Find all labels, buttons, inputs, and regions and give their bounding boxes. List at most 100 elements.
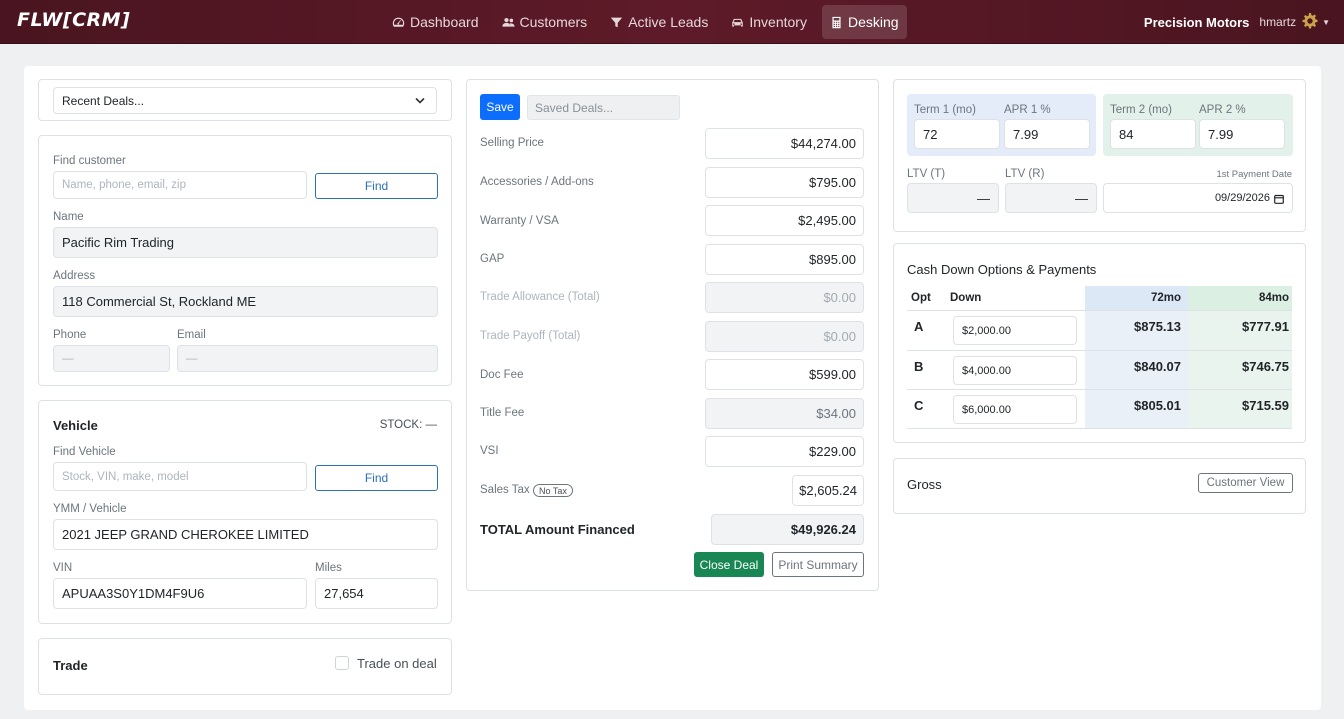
vehicle-ymm-field[interactable]: 2021 JEEP GRAND CHEROKEE LIMITED	[53, 519, 438, 550]
nav-active-leads[interactable]: Active Leads	[602, 5, 716, 39]
settings-menu[interactable]	[1302, 12, 1318, 32]
vehicle-miles-field[interactable]: 27,654	[315, 578, 438, 609]
term1-header: 72mo	[1150, 292, 1181, 304]
term1-group: Term 1 (mo) APR 1 % 72 7.99	[907, 94, 1096, 156]
terms-card: Term 1 (mo) APR 1 % 72 7.99 Term 2 (mo) …	[893, 79, 1306, 232]
opt-header: Opt	[911, 292, 931, 304]
nav-desking[interactable]: Desking	[821, 5, 907, 39]
saved-deals-select[interactable]: Saved Deals...	[527, 95, 680, 120]
recent-deals-select[interactable]: Recent Deals...	[53, 87, 437, 114]
option-a-down-input[interactable]: $2,000.00	[953, 316, 1077, 345]
option-c-label: C	[914, 398, 924, 413]
trade-payoff-label: Trade Payoff (Total)	[480, 330, 581, 342]
accessories-label: Accessories / Add-ons	[480, 176, 594, 188]
customer-address-field[interactable]: 118 Commercial St, Rockland ME	[53, 286, 438, 317]
total-financed-value: $49,926.24	[711, 514, 864, 545]
cash-down-title: Cash Down Options & Payments	[907, 262, 1097, 277]
sales-tax-input[interactable]: $2,605.24	[792, 475, 864, 506]
save-button[interactable]: Save	[480, 94, 520, 120]
vin-label: VIN	[53, 562, 73, 574]
nav-active-leads-label: Active Leads	[628, 14, 709, 30]
nav-inventory[interactable]: Inventory	[723, 5, 815, 39]
option-c-term2-payment: $715.59	[1242, 398, 1289, 413]
doc-fee-input[interactable]: $599.00	[705, 359, 864, 390]
close-deal-button[interactable]: Close Deal	[694, 552, 764, 577]
nav-dashboard[interactable]: Dashboard	[384, 5, 487, 39]
vehicle-title: Vehicle	[53, 418, 98, 433]
vsi-input[interactable]: $229.00	[705, 436, 864, 467]
ltv-t-label: LTV (T)	[907, 168, 946, 180]
term2-group: Term 2 (mo) APR 2 % 84 7.99	[1103, 94, 1293, 156]
apr1-label: APR 1 %	[1004, 104, 1051, 116]
trade-card: Trade Trade on deal	[38, 638, 452, 695]
option-b-term1-payment: $840.07	[1134, 359, 1181, 374]
first-payment-date-value: 09/29/2026	[1214, 192, 1270, 204]
row-divider	[907, 428, 1292, 429]
calendar-icon[interactable]	[1274, 194, 1284, 204]
selling-price-input[interactable]: $44,274.00	[705, 128, 864, 159]
option-a-term2-payment: $777.91	[1242, 319, 1289, 334]
cash-down-card: Cash Down Options & Payments Opt Down 72…	[893, 243, 1306, 443]
find-vehicle-label: Find Vehicle	[53, 446, 116, 458]
warranty-input[interactable]: $2,495.00	[705, 205, 864, 236]
customer-search-input[interactable]: Name, phone, email, zip	[53, 171, 307, 199]
customer-phone-field[interactable]: —	[53, 345, 170, 372]
phone-label: Phone	[53, 329, 87, 341]
option-b-down-input[interactable]: $4,000.00	[953, 356, 1077, 385]
first-payment-label: 1st Payment Date	[1216, 169, 1292, 180]
option-c-down-input[interactable]: $6,000.00	[953, 395, 1077, 424]
term2-label: Term 2 (mo)	[1110, 104, 1172, 116]
nav-customers[interactable]: Customers	[494, 5, 596, 39]
name-label: Name	[53, 211, 84, 223]
customer-view-button[interactable]: Customer View	[1198, 473, 1293, 493]
apr2-label: APR 2 %	[1199, 104, 1246, 116]
customer-name-field[interactable]: Pacific Rim Trading	[53, 227, 438, 258]
gear-icon	[1302, 12, 1318, 28]
warranty-label: Warranty / VSA	[480, 215, 559, 227]
trade-allowance-input: $0.00	[705, 282, 864, 313]
doc-fee-label: Doc Fee	[480, 369, 524, 381]
nav-desking-label: Desking	[847, 14, 899, 30]
nav-customers-label: Customers	[519, 14, 588, 30]
vehicle-vin-field[interactable]: APUAA3S0Y1DM4F9U6	[53, 578, 307, 609]
email-label: Email	[177, 329, 206, 341]
gap-input[interactable]: $895.00	[705, 244, 864, 275]
down-header: Down	[950, 292, 982, 304]
print-summary-button[interactable]: Print Summary	[772, 552, 864, 577]
brand-logo[interactable]: FLW[CRM]	[17, 9, 130, 31]
vehicle-search-input[interactable]: Stock, VIN, make, model	[53, 462, 307, 491]
trade-on-deal-label: Trade on deal	[357, 656, 437, 671]
term1-input[interactable]: 72	[914, 119, 1000, 149]
ltv-r-label: LTV (R)	[1005, 168, 1045, 180]
chevron-down-icon[interactable]: ▼	[1322, 18, 1330, 27]
trade-on-deal-checkbox[interactable]	[335, 656, 349, 670]
calculator-icon	[832, 16, 841, 28]
term1-label: Term 1 (mo)	[914, 104, 976, 116]
accessories-input[interactable]: $795.00	[705, 167, 864, 198]
apr1-input[interactable]: 7.99	[1004, 119, 1090, 149]
option-b-term2-payment: $746.75	[1242, 359, 1289, 374]
nav-inventory-label: Inventory	[749, 14, 807, 30]
selling-price-label: Selling Price	[480, 137, 544, 149]
term2-input[interactable]: 84	[1110, 119, 1196, 149]
customer-email-field[interactable]: —	[177, 345, 438, 372]
deal-worksheet-card: Save Saved Deals... Selling Price $44,27…	[466, 79, 879, 591]
car-icon	[732, 18, 744, 27]
row-divider	[907, 350, 1292, 351]
apr2-input[interactable]: 7.99	[1199, 119, 1285, 149]
option-b-label: B	[914, 359, 924, 374]
users-icon	[501, 17, 515, 27]
ltv-r-value: —	[1005, 183, 1097, 213]
filter-icon	[611, 17, 623, 27]
ymm-label: YMM / Vehicle	[53, 503, 127, 515]
username: hmartz	[1259, 15, 1297, 29]
find-customer-button[interactable]: Find	[315, 173, 438, 199]
trade-title: Trade	[53, 658, 88, 673]
no-tax-toggle[interactable]: No Tax	[533, 484, 573, 497]
option-c-term1-payment: $805.01	[1134, 398, 1181, 413]
find-vehicle-button[interactable]: Find	[315, 465, 438, 491]
title-fee-label: Title Fee	[480, 407, 525, 419]
term2-header: 84mo	[1258, 292, 1289, 304]
recent-deals-label: Recent Deals...	[62, 93, 145, 108]
first-payment-date-input[interactable]: 09/29/2026	[1103, 183, 1293, 213]
